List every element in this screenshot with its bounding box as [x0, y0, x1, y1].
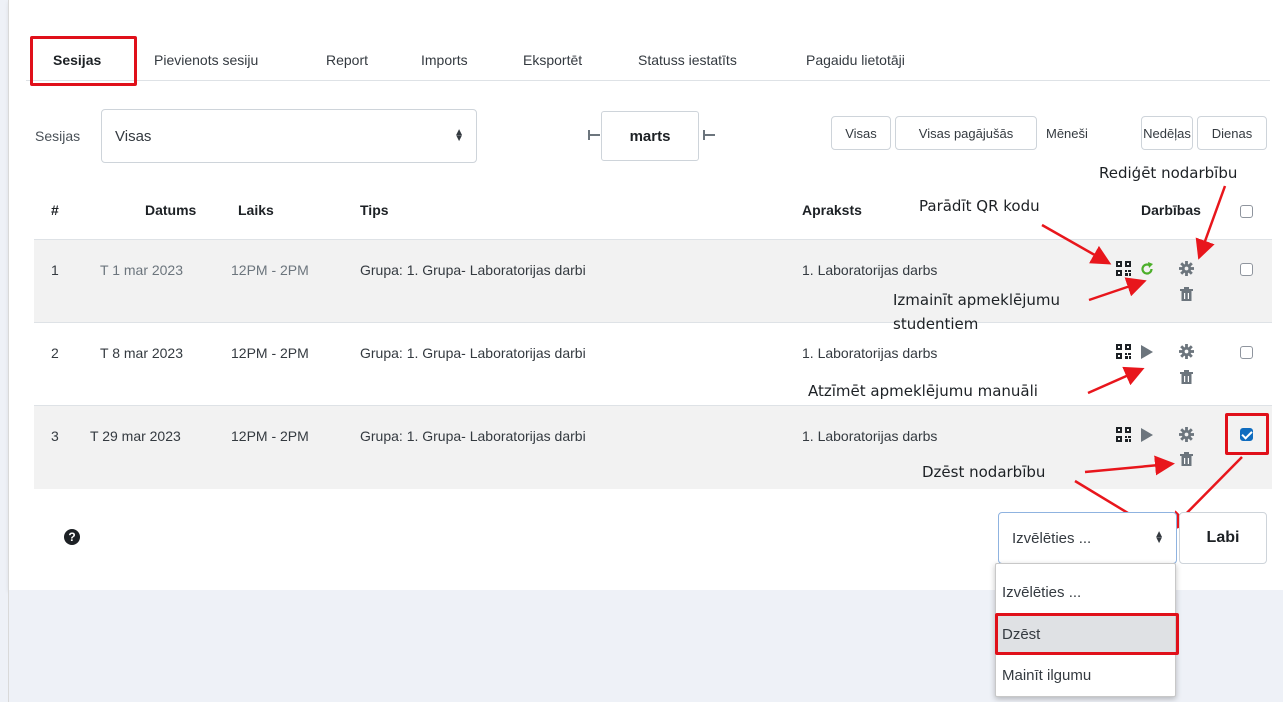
arrow-to-trash: [1084, 455, 1175, 476]
dropdown-option-delete[interactable]: Dzēst: [996, 616, 1175, 652]
bulk-action-select[interactable]: Izvēlēties ... ▲ ▼: [998, 512, 1177, 564]
select-caret-icon: ▲ ▼: [1154, 529, 1164, 546]
dropdown-option-change-duration[interactable]: Mainīt ilgumu: [996, 657, 1175, 693]
arrow-to-gear: [1195, 185, 1227, 260]
dropdown-option-choose[interactable]: Izvēlēties ...: [996, 574, 1175, 610]
arrow-to-refresh: [1088, 277, 1147, 302]
bulk-action-value: Izvēlēties ...: [1012, 529, 1092, 547]
bulk-action-dropdown: Izvēlēties ... Dzēst Mainīt ilgumu: [995, 563, 1176, 697]
arrow-to-qr: [1041, 223, 1112, 265]
help-icon[interactable]: ?: [64, 529, 80, 545]
arrow-to-play: [1087, 366, 1145, 395]
submit-button[interactable]: Labi: [1179, 512, 1267, 564]
